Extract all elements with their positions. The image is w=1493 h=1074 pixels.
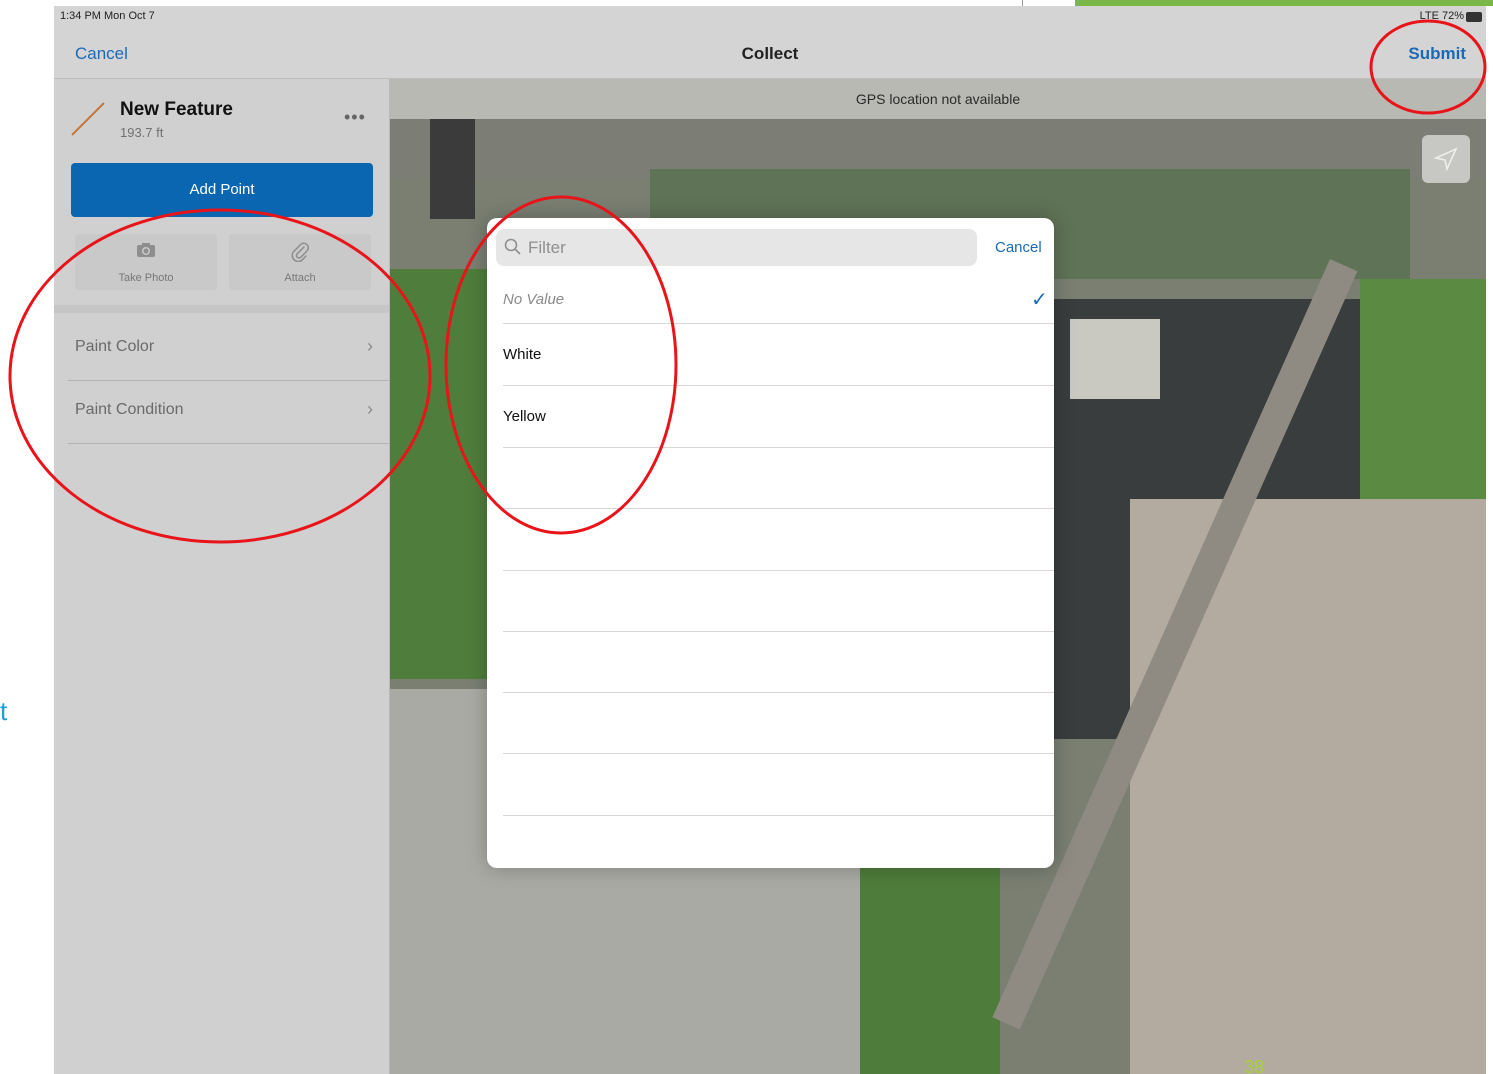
field-label: Paint Color bbox=[75, 338, 155, 355]
status-indicators: LTE 72% bbox=[1419, 10, 1464, 22]
feature-title: New Feature bbox=[120, 99, 233, 120]
line-feature-icon bbox=[71, 102, 105, 136]
map-grass-right bbox=[1360, 279, 1486, 519]
map-building-dark bbox=[430, 119, 475, 219]
option-yellow[interactable]: Yellow bbox=[503, 386, 1054, 448]
battery-icon bbox=[1466, 12, 1482, 22]
attach-label: Attach bbox=[284, 272, 316, 284]
field-paint-color[interactable]: Paint Color › bbox=[68, 318, 389, 381]
slide-edge-letter: t bbox=[0, 696, 8, 726]
empty-row-divider bbox=[503, 631, 1054, 632]
chevron-right-icon: › bbox=[367, 399, 373, 419]
search-icon bbox=[504, 238, 521, 255]
option-white[interactable]: White bbox=[503, 324, 1054, 386]
feature-length: 193.7 ft bbox=[120, 125, 164, 140]
field-paint-condition[interactable]: Paint Condition › bbox=[68, 381, 389, 444]
take-photo-label: Take Photo bbox=[118, 272, 174, 284]
checkmark-icon: ✓ bbox=[1031, 289, 1048, 311]
option-label: White bbox=[503, 346, 542, 363]
locate-button[interactable] bbox=[1422, 135, 1470, 183]
attach-button[interactable]: Attach bbox=[229, 234, 371, 290]
feature-sidebar: New Feature 193.7 ft ••• Add Point Take … bbox=[54, 79, 390, 1074]
submit-button[interactable]: Submit bbox=[1408, 44, 1466, 64]
navigation-bar: Cancel Collect Submit bbox=[54, 26, 1486, 79]
map-grass-left bbox=[390, 269, 490, 679]
status-time: 1:34 PM Mon Oct 7 bbox=[60, 10, 155, 22]
take-photo-button[interactable]: Take Photo bbox=[75, 234, 217, 290]
ipad-screen: 1:34 PM Mon Oct 7 LTE 72% Cancel Collect… bbox=[54, 6, 1486, 1074]
empty-row-divider bbox=[503, 508, 1054, 509]
status-bar: 1:34 PM Mon Oct 7 LTE 72% bbox=[54, 6, 1486, 26]
empty-row-divider bbox=[503, 753, 1054, 754]
empty-row-divider bbox=[503, 692, 1054, 693]
filter-input[interactable]: Filter bbox=[496, 229, 977, 266]
option-label: No Value bbox=[503, 291, 565, 308]
option-no-value[interactable]: No Value ✓ bbox=[503, 275, 1054, 324]
filter-placeholder: Filter bbox=[528, 238, 566, 257]
more-options-icon[interactable]: ••• bbox=[344, 107, 366, 128]
empty-row-divider bbox=[503, 815, 1054, 816]
picker-cancel-button[interactable]: Cancel bbox=[995, 239, 1042, 256]
option-label: Yellow bbox=[503, 408, 546, 425]
slide-number: 38 bbox=[1244, 1057, 1265, 1074]
location-arrow-icon bbox=[1433, 147, 1458, 172]
chevron-right-icon: › bbox=[367, 336, 373, 356]
field-label: Paint Condition bbox=[75, 401, 184, 418]
camera-icon bbox=[75, 242, 217, 263]
page-title: Collect bbox=[741, 44, 799, 63]
paperclip-icon bbox=[229, 242, 371, 267]
value-picker-popover: Filter Cancel No Value ✓ White Yellow bbox=[487, 218, 1054, 868]
gps-status-banner: GPS location not available bbox=[390, 79, 1486, 119]
empty-row-divider bbox=[503, 570, 1054, 571]
section-divider bbox=[54, 305, 389, 313]
map-building-light bbox=[1070, 319, 1160, 399]
add-point-button[interactable]: Add Point bbox=[71, 163, 373, 217]
